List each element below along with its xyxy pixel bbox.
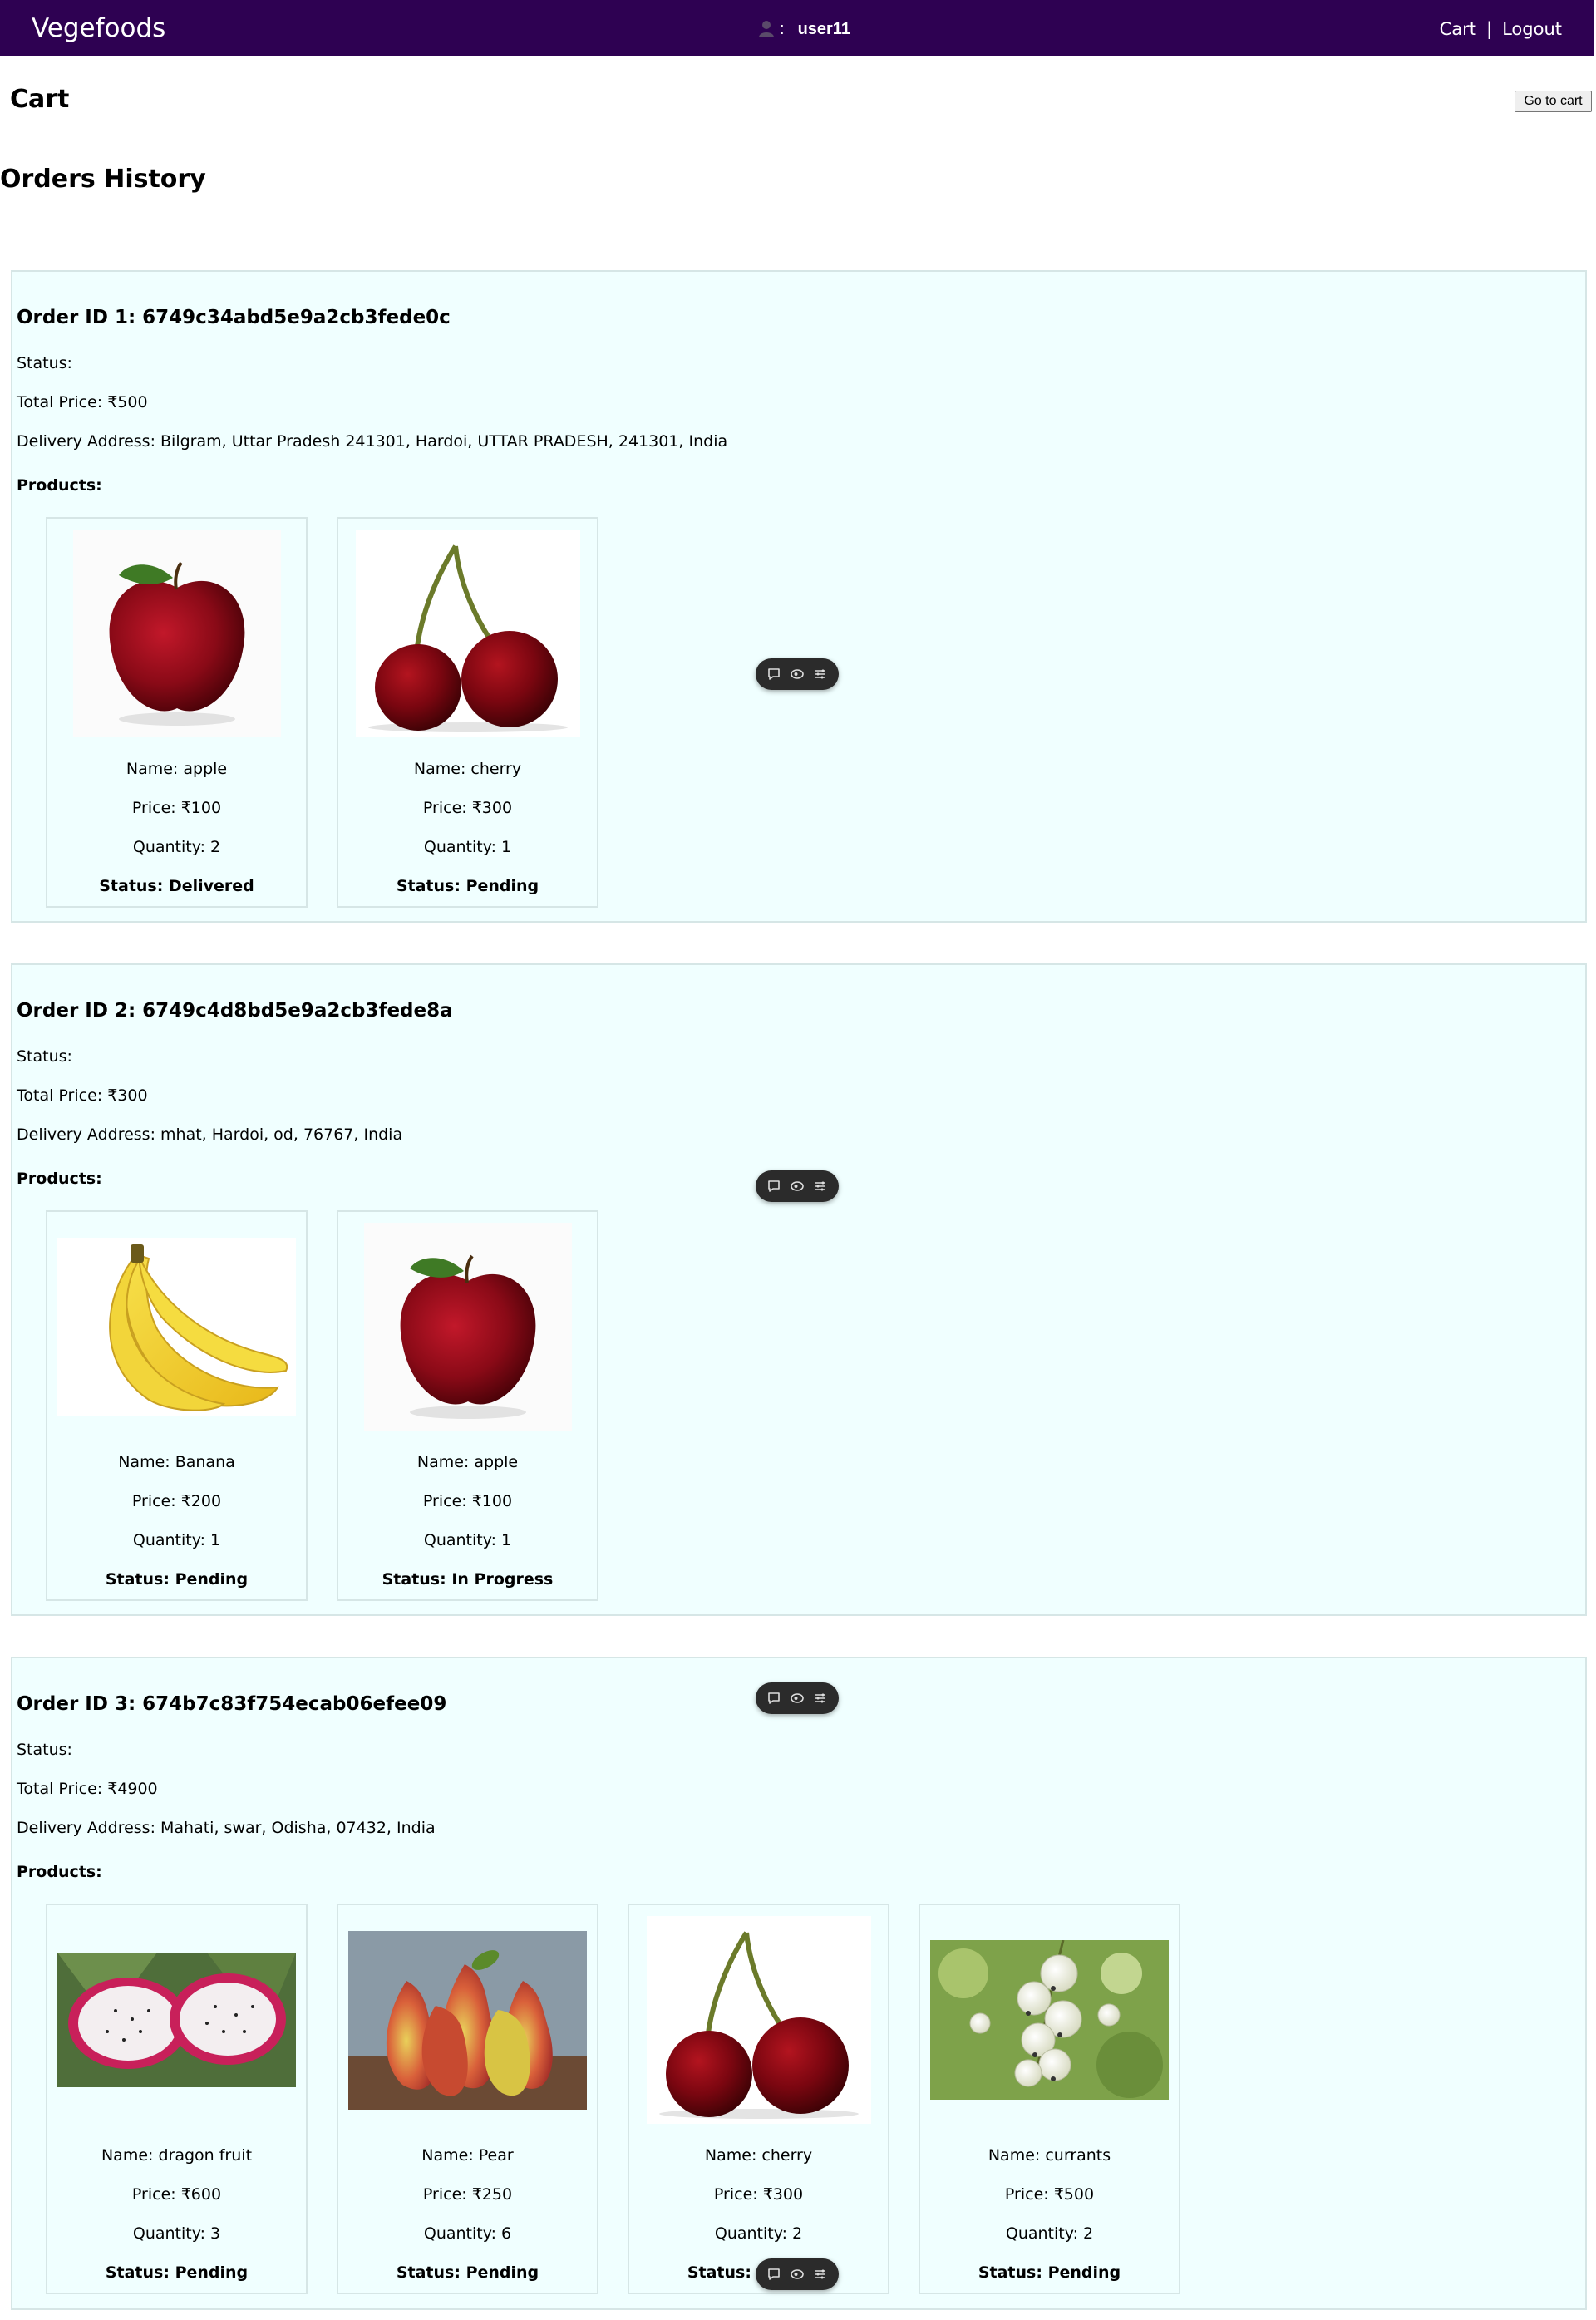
product-quantity: Quantity: 2 <box>714 2224 803 2243</box>
product-name: Name: Pear <box>421 2146 514 2165</box>
order-id: Order ID 3: 674b7c83f754ecab06efee09 <box>17 1693 447 1715</box>
product-status: Status: Pending <box>396 877 539 895</box>
eye-icon[interactable] <box>788 1177 806 1195</box>
product-quantity: Quantity: 3 <box>132 2224 221 2243</box>
product-name: Name: dragon fruit <box>101 2146 253 2165</box>
settings-icon[interactable] <box>811 1689 830 1707</box>
comment-icon[interactable] <box>765 1177 783 1195</box>
eye-icon[interactable] <box>788 665 806 683</box>
product-card: Name: dragon fruit Price: ₹600 Quantity:… <box>46 1904 308 2294</box>
dragon-fruit-image <box>57 1915 296 2125</box>
order-delivery-address: Delivery Address: mhat, Hardoi, od, 7676… <box>17 1126 403 1144</box>
user-info: : user11 <box>758 18 850 40</box>
product-status: Status: Delivered <box>99 877 254 895</box>
floating-toolbar <box>756 658 839 690</box>
product-status: Status: In Progress <box>382 1570 554 1589</box>
product-card: Name: currants Price: ₹500 Quantity: 2 S… <box>919 1904 1180 2294</box>
product-name: Name: Banana <box>118 1453 235 1471</box>
comment-icon[interactable] <box>765 1689 783 1707</box>
product-price: Price: ₹500 <box>1004 2185 1095 2204</box>
product-quantity: Quantity: 1 <box>423 838 512 856</box>
product-quantity: Quantity: 1 <box>423 1531 512 1549</box>
product-price: Price: ₹100 <box>422 1492 513 1510</box>
nav-links: Cart | Logout <box>1440 18 1562 40</box>
user-icon <box>759 21 774 37</box>
settings-icon[interactable] <box>811 665 830 683</box>
product-quantity: Quantity: 6 <box>423 2224 512 2243</box>
cherry-image <box>348 529 587 738</box>
order-id: Order ID 2: 6749c4d8bd5e9a2cb3fede8a <box>17 1000 453 1022</box>
order-total-price: Total Price: ₹4900 <box>17 1780 158 1798</box>
order-card: Order ID 1: 6749c34abd5e9a2cb3fede0c Sta… <box>11 270 1587 923</box>
nav-divider: | <box>1486 19 1493 39</box>
pear-image <box>348 1915 587 2125</box>
product-price: Price: ₹600 <box>131 2185 222 2204</box>
product-name: Name: cherry <box>704 2146 813 2165</box>
go-to-cart-button[interactable]: Go to cart <box>1515 91 1592 112</box>
floating-toolbar <box>756 1170 839 1202</box>
product-quantity: Quantity: 2 <box>1005 2224 1094 2243</box>
order-id: Order ID 1: 6749c34abd5e9a2cb3fede0c <box>17 307 451 328</box>
product-card: Name: apple Price: ₹100 Quantity: 1 Stat… <box>337 1210 598 1601</box>
currants-image <box>930 1915 1169 2125</box>
orders-history-title: Orders History <box>0 165 206 194</box>
floating-toolbar <box>756 2258 839 2290</box>
product-status: Status: Pending <box>105 2263 249 2282</box>
order-delivery-address: Delivery Address: Bilgram, Uttar Pradesh… <box>17 432 728 451</box>
navbar: Vegefoods : user11 Cart | Logout <box>0 0 1594 56</box>
order-status: Status: <box>17 1047 72 1066</box>
order-total-price: Total Price: ₹300 <box>17 1086 148 1105</box>
products-label: Products: <box>17 476 102 495</box>
username: user11 <box>797 20 850 38</box>
floating-toolbar <box>756 1682 839 1714</box>
product-name: Name: currants <box>988 2146 1111 2165</box>
product-quantity: Quantity: 2 <box>132 838 221 856</box>
user-separator: : <box>780 20 785 38</box>
product-price: Price: ₹100 <box>131 799 222 817</box>
apple-image <box>348 1222 587 1431</box>
products-label: Products: <box>17 1863 102 1881</box>
order-card: Order ID 2: 6749c4d8bd5e9a2cb3fede8a Sta… <box>11 963 1587 1616</box>
cart-title: Cart <box>10 85 70 114</box>
order-total-price: Total Price: ₹500 <box>17 393 148 411</box>
product-status: Status: Pending <box>978 2263 1121 2282</box>
products-label: Products: <box>17 1170 102 1188</box>
product-name: Name: apple <box>126 760 228 778</box>
cart-link[interactable]: Cart <box>1440 18 1476 40</box>
product-price: Price: ₹250 <box>422 2185 513 2204</box>
product-quantity: Quantity: 1 <box>132 1531 221 1549</box>
eye-icon[interactable] <box>788 2265 806 2283</box>
order-status: Status: <box>17 354 72 372</box>
eye-icon[interactable] <box>788 1689 806 1707</box>
comment-icon[interactable] <box>765 2265 783 2283</box>
order-delivery-address: Delivery Address: Mahati, swar, Odisha, … <box>17 1819 436 1837</box>
product-price: Price: ₹300 <box>422 799 513 817</box>
product-status: Status: Pending <box>105 1570 249 1589</box>
product-price: Price: ₹200 <box>131 1492 222 1510</box>
order-card: Order ID 3: 674b7c83f754ecab06efee09 Sta… <box>11 1657 1587 2310</box>
product-card: Name: Pear Price: ₹250 Quantity: 6 Statu… <box>337 1904 598 2294</box>
product-card: Name: cherry Price: ₹300 Quantity: 2 Sta… <box>628 1904 889 2294</box>
product-price: Price: ₹300 <box>713 2185 804 2204</box>
logout-link[interactable]: Logout <box>1502 18 1562 40</box>
settings-icon[interactable] <box>811 2265 830 2283</box>
apple-image <box>57 529 296 738</box>
product-card: Name: Banana Price: ₹200 Quantity: 1 Sta… <box>46 1210 308 1601</box>
order-status: Status: <box>17 1741 72 1759</box>
comment-icon[interactable] <box>765 665 783 683</box>
banana-image <box>57 1222 296 1431</box>
cherry-image <box>639 1915 878 2125</box>
product-name: Name: cherry <box>413 760 522 778</box>
brand-logo[interactable]: Vegefoods <box>32 12 165 45</box>
product-card: Name: cherry Price: ₹300 Quantity: 1 Sta… <box>337 517 598 908</box>
product-card: Name: apple Price: ₹100 Quantity: 2 Stat… <box>46 517 308 908</box>
product-status: Status: Pending <box>396 2263 539 2282</box>
settings-icon[interactable] <box>811 1177 830 1195</box>
product-name: Name: apple <box>416 1453 519 1471</box>
